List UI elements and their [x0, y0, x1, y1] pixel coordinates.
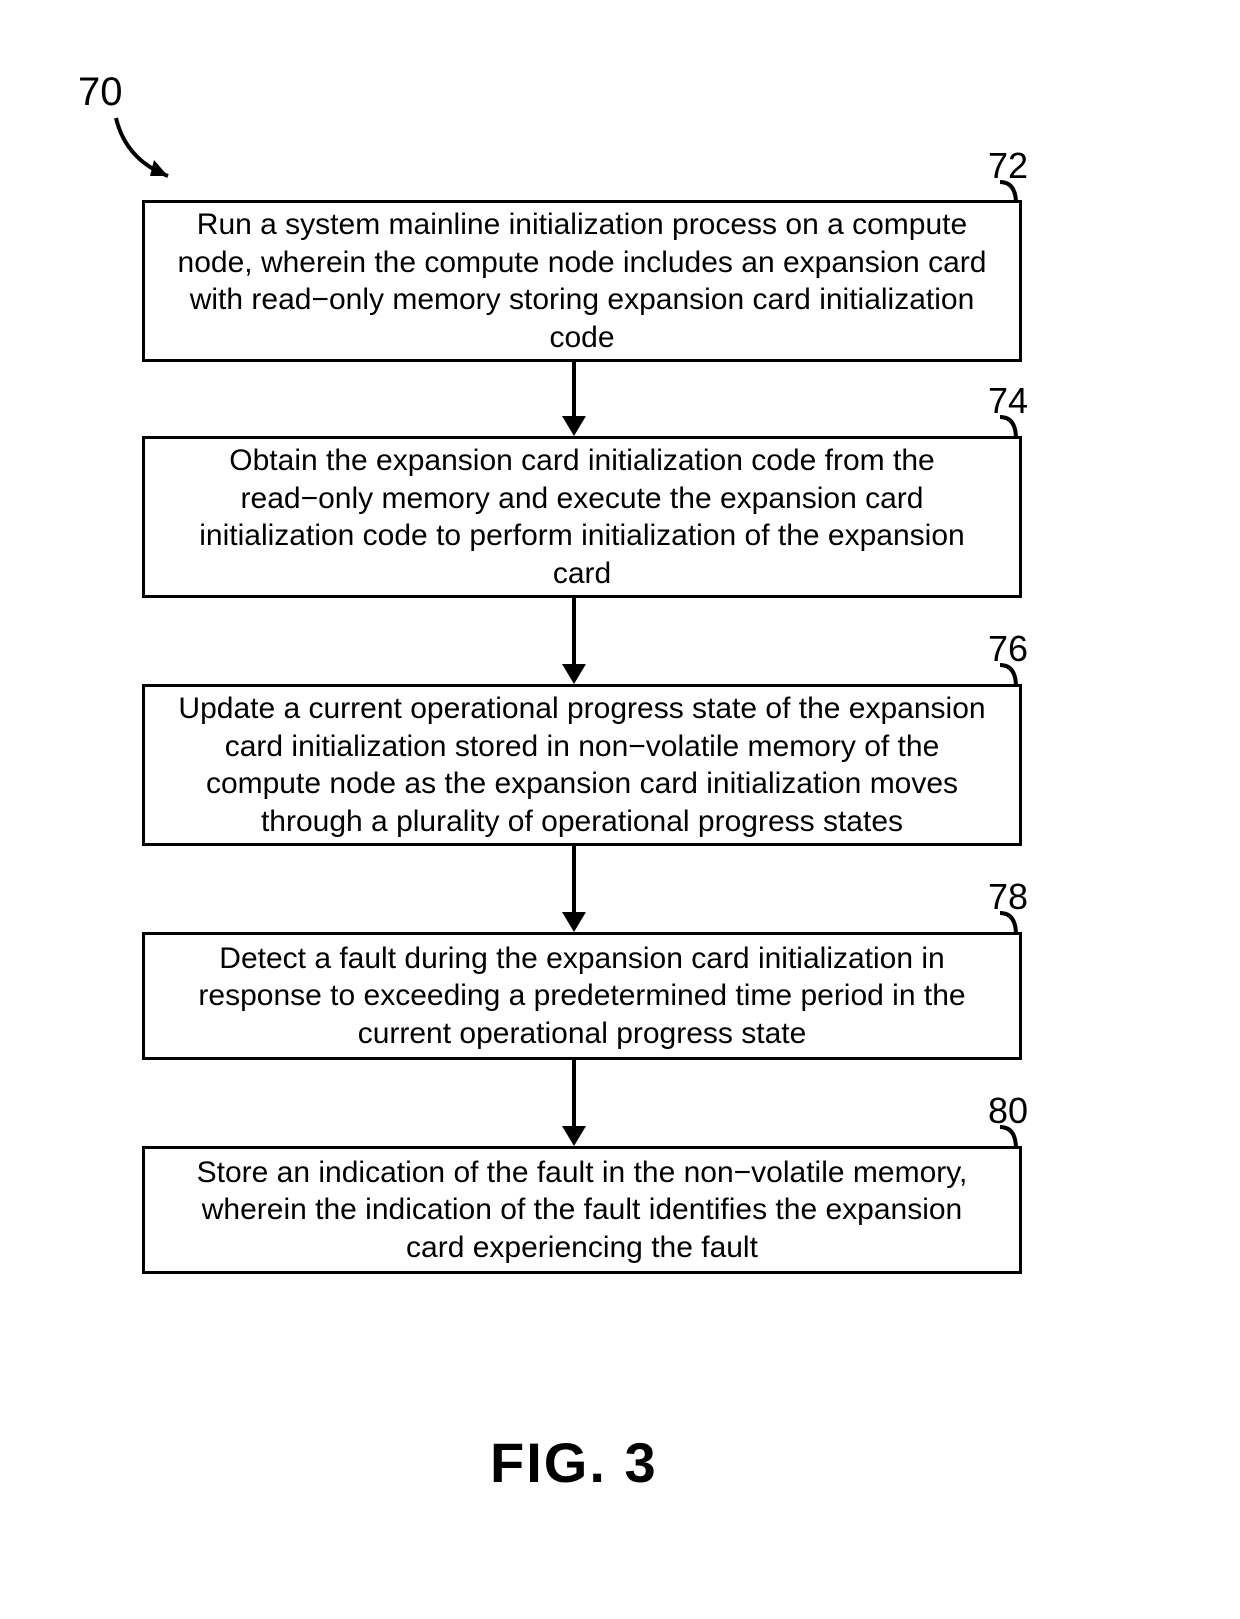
diagram-id-arrow	[106, 110, 196, 190]
arrow-head-78-80	[562, 1126, 586, 1146]
diagram-id-label: 70	[78, 70, 123, 115]
arrow-72-74	[572, 362, 576, 422]
step-box-80: Store an indication of the fault in the …	[142, 1146, 1022, 1274]
step-text-78: Detect a fault during the expansion card…	[169, 940, 995, 1053]
arrow-76-78	[572, 846, 576, 918]
figure-caption: FIG. 3	[490, 1430, 658, 1495]
step-box-72: Run a system mainline initialization pro…	[142, 200, 1022, 362]
step-box-78: Detect a fault during the expansion card…	[142, 932, 1022, 1060]
arrow-head-76-78	[562, 912, 586, 932]
step-text-74: Obtain the expansion card initialization…	[169, 442, 995, 592]
arrow-head-74-76	[562, 664, 586, 684]
step-text-80: Store an indication of the fault in the …	[169, 1154, 995, 1267]
step-box-76: Update a current operational progress st…	[142, 684, 1022, 846]
arrow-74-76	[572, 598, 576, 670]
step-text-76: Update a current operational progress st…	[169, 690, 995, 840]
step-text-72: Run a system mainline initialization pro…	[169, 206, 995, 356]
arrow-78-80	[572, 1060, 576, 1132]
arrow-head-72-74	[562, 416, 586, 436]
step-box-74: Obtain the expansion card initialization…	[142, 436, 1022, 598]
